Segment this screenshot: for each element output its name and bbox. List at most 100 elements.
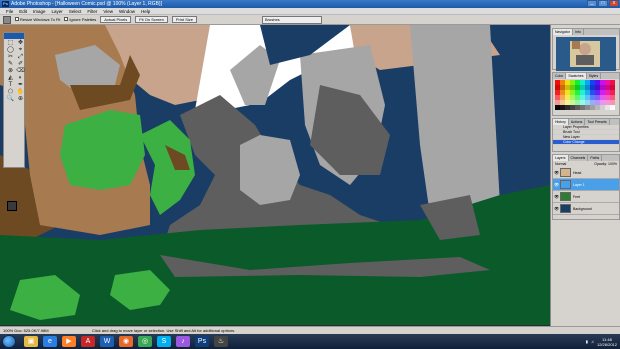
type-tool-icon[interactable]: T bbox=[6, 82, 15, 88]
media-app-icon[interactable]: ▶ bbox=[62, 336, 76, 347]
menu-image[interactable]: Image bbox=[30, 8, 49, 14]
resize-windows-label: Resize Windows To Fit bbox=[20, 16, 61, 22]
tool-grid: ⬚ ✥ ◯ ⌖ ✂ ⤢ ✎ ✐ ⊗ ⌫ ◭ ◐ T ✒ ⬠ ✋ 🔍 ⊕ bbox=[4, 39, 25, 102]
color-swatch[interactable] bbox=[610, 105, 615, 110]
photoshop-icon: Ps bbox=[2, 1, 9, 7]
layer-name: Head bbox=[573, 170, 582, 175]
window-title: Adobe Photoshop - [Halloween Comic.psd @… bbox=[11, 1, 162, 7]
eyedropper-tool-icon[interactable]: ⊕ bbox=[16, 96, 25, 102]
navigator-thumbnail[interactable] bbox=[556, 37, 616, 71]
zoom-tool-icon[interactable]: 🔍 bbox=[6, 96, 15, 102]
menu-edit[interactable]: Edit bbox=[16, 8, 30, 14]
layer-thumbnail bbox=[560, 168, 571, 177]
clone-stamp-tool-icon[interactable]: ⊗ bbox=[6, 68, 15, 74]
system-tray: ▮ ♫ 11:48 12/26/2012 bbox=[586, 335, 617, 348]
tab-tool-presets[interactable]: Tool Presets bbox=[585, 119, 610, 125]
eye-icon[interactable]: 👁 bbox=[553, 182, 560, 187]
eye-icon[interactable]: 👁 bbox=[553, 194, 560, 199]
dodge-tool-icon[interactable]: ◐ bbox=[16, 75, 25, 81]
swatch-grid[interactable] bbox=[553, 79, 619, 111]
palette-well: Navigator Info Color Swatches Styles His… bbox=[550, 25, 620, 326]
layer-name: Layer 1 bbox=[573, 182, 585, 187]
move-tool-icon[interactable]: ✥ bbox=[16, 40, 25, 46]
hand-tool-icon[interactable]: ✋ bbox=[16, 89, 25, 95]
clock[interactable]: 11:48 12/26/2012 bbox=[597, 337, 617, 347]
menu-select[interactable]: Select bbox=[66, 8, 85, 14]
opacity-field[interactable]: Opacity: 100% bbox=[594, 161, 617, 167]
brushes-tab[interactable]: Brushes bbox=[262, 16, 322, 24]
layer-name: Feet bbox=[573, 194, 581, 199]
volume-icon[interactable]: ♫ bbox=[591, 339, 594, 344]
explorer-app-icon[interactable]: ▣ bbox=[24, 336, 38, 347]
pen-tool-icon[interactable]: ✒ bbox=[16, 82, 25, 88]
tab-navigator[interactable]: Navigator bbox=[553, 29, 573, 35]
menu-help[interactable]: Help bbox=[138, 8, 153, 14]
steam-app-icon[interactable]: ♨ bbox=[214, 336, 228, 347]
menu-filter[interactable]: Filter bbox=[84, 8, 100, 14]
foreground-color-swatch[interactable] bbox=[7, 201, 17, 211]
navigator-preview bbox=[556, 37, 616, 71]
photoshop-app-icon[interactable]: Ps bbox=[195, 336, 209, 347]
magic-wand-tool-icon[interactable]: ⌖ bbox=[16, 47, 25, 53]
tab-styles[interactable]: Styles bbox=[587, 73, 602, 79]
firefox-app-icon[interactable]: ◉ bbox=[119, 336, 133, 347]
actual-pixels-button[interactable]: Actual Pixels bbox=[100, 16, 132, 23]
skype-app-icon[interactable]: S bbox=[157, 336, 171, 347]
eraser-tool-icon[interactable]: ⌫ bbox=[16, 68, 25, 74]
clock-date: 12/26/2012 bbox=[596, 341, 617, 347]
layer-row-selected[interactable]: 👁 Layer 1 bbox=[553, 179, 619, 191]
tab-swatches[interactable]: Swatches bbox=[566, 73, 587, 79]
layer-row[interactable]: 👁 Feet bbox=[553, 191, 619, 203]
print-size-button[interactable]: Print Size bbox=[171, 16, 198, 23]
navigator-panel: Navigator Info bbox=[552, 28, 620, 71]
zoom-doc-info: 100% Doc: 525.0K/7.98M bbox=[3, 328, 49, 333]
minimize-button[interactable]: _ bbox=[587, 0, 597, 7]
paint-bucket-tool-icon[interactable]: ◭ bbox=[6, 75, 15, 81]
swatches-panel: Color Swatches Styles bbox=[552, 72, 620, 116]
eye-icon[interactable]: 👁 bbox=[553, 170, 560, 175]
ignore-palettes-checkbox[interactable] bbox=[64, 17, 69, 22]
network-icon[interactable]: ▮ bbox=[586, 339, 588, 344]
pencil-tool-icon[interactable]: ✐ bbox=[16, 61, 25, 67]
maximize-button[interactable]: □ bbox=[598, 0, 608, 7]
blend-mode-select[interactable]: Normal bbox=[555, 161, 566, 167]
status-bar: 100% Doc: 525.0K/7.98M Click and drag to… bbox=[0, 326, 620, 334]
layer-thumbnail bbox=[560, 180, 571, 189]
ie-app-icon[interactable]: e bbox=[43, 336, 57, 347]
eye-icon[interactable]: 👁 bbox=[553, 206, 560, 211]
resize-windows-option[interactable]: Resize Windows To Fit bbox=[15, 15, 60, 25]
acrobat-app-icon[interactable]: A bbox=[81, 336, 95, 347]
layer-row[interactable]: 👁 Background bbox=[553, 203, 619, 215]
history-panel: History Actions Tool Presets Layer Prope… bbox=[552, 118, 620, 152]
ignore-palettes-option[interactable]: Ignore Palettes bbox=[64, 15, 96, 25]
painting bbox=[0, 25, 550, 325]
itunes-app-icon[interactable]: ♪ bbox=[176, 336, 190, 347]
zoom-tool-icon[interactable] bbox=[3, 15, 11, 24]
document-canvas[interactable] bbox=[0, 25, 550, 325]
layer-thumbnail bbox=[560, 192, 571, 201]
history-item-selected[interactable]: Color Change bbox=[553, 140, 619, 145]
crop-tool-icon[interactable]: ✂ bbox=[6, 54, 15, 60]
tab-channels[interactable]: Channels bbox=[569, 155, 589, 161]
menu-view[interactable]: View bbox=[100, 8, 116, 14]
slice-tool-icon[interactable]: ⤢ bbox=[16, 54, 25, 60]
menu-file[interactable]: File bbox=[3, 8, 16, 14]
tab-color[interactable]: Color bbox=[553, 73, 567, 79]
taskbar-apps: ▣ e ▶ A W ◉ ◎ S ♪ Ps ♨ bbox=[24, 336, 228, 347]
lasso-tool-icon[interactable]: ◯ bbox=[6, 47, 15, 53]
windows-taskbar: ▣ e ▶ A W ◉ ◎ S ♪ Ps ♨ ▮ ♫ 11:48 12/26/2012 bbox=[0, 334, 620, 349]
brush-tool-icon[interactable]: ✎ bbox=[6, 61, 15, 67]
fit-on-screen-button[interactable]: Fit On Screen bbox=[135, 16, 168, 23]
word-app-icon[interactable]: W bbox=[100, 336, 114, 347]
start-button[interactable] bbox=[2, 335, 16, 348]
menu-layer[interactable]: Layer bbox=[49, 8, 66, 14]
layer-row[interactable]: 👁 Head bbox=[553, 167, 619, 179]
marquee-tool-icon[interactable]: ⬚ bbox=[6, 40, 15, 46]
tab-info[interactable]: Info bbox=[573, 29, 584, 35]
menu-window[interactable]: Window bbox=[116, 8, 138, 14]
chrome-app-icon[interactable]: ◎ bbox=[138, 336, 152, 347]
shape-tool-icon[interactable]: ⬠ bbox=[6, 89, 15, 95]
layer-thumbnail bbox=[560, 204, 571, 213]
close-button[interactable]: x bbox=[609, 0, 619, 7]
resize-windows-checkbox[interactable] bbox=[15, 17, 19, 22]
